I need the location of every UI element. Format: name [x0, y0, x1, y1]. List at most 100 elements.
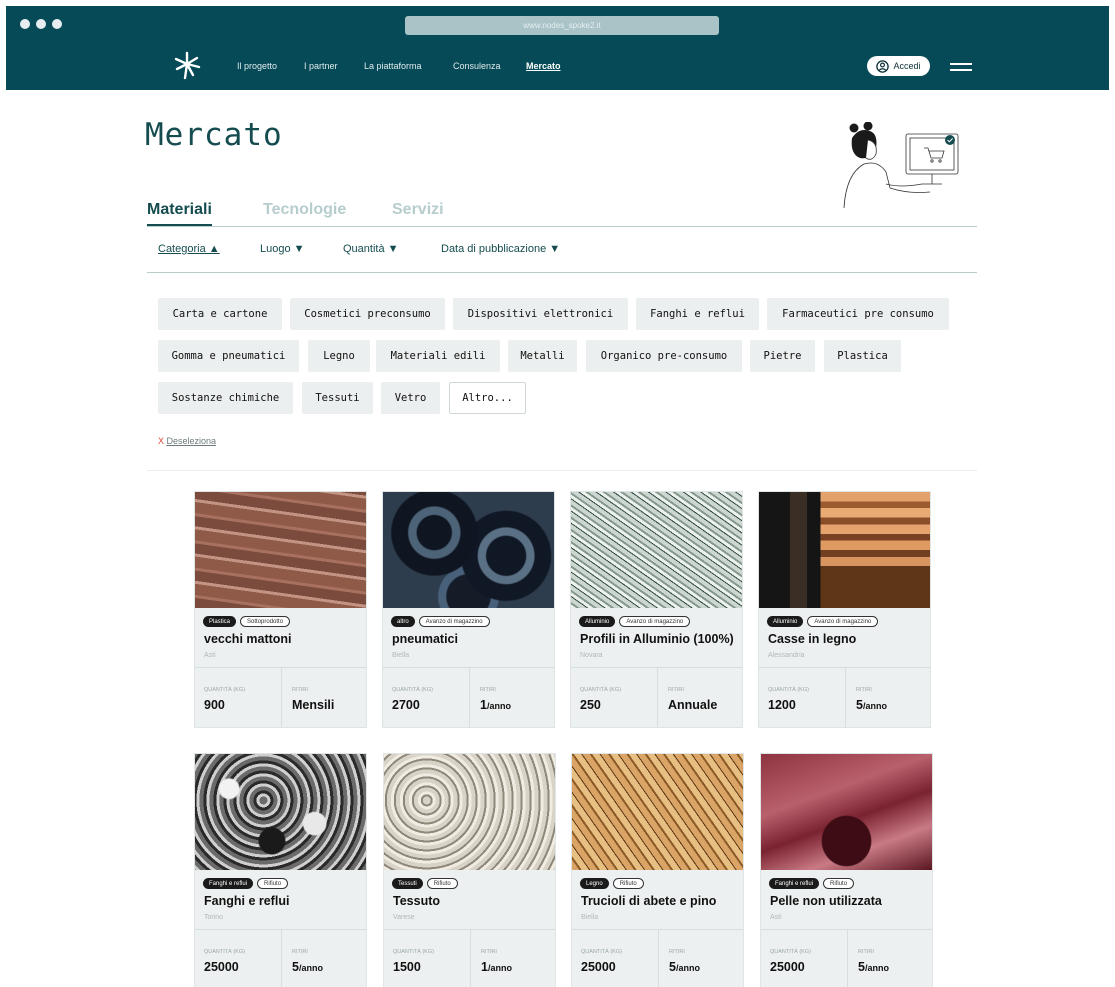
pickups-unit: /anno — [298, 963, 323, 973]
card-column-divider — [281, 930, 282, 987]
nav-mercato[interactable]: Mercato — [526, 61, 561, 71]
quantity-value: 1500 — [393, 960, 421, 974]
browser-window: www.nodes_spoke2.it Il progetto I partne… — [6, 6, 1109, 987]
window-maximize-dot[interactable] — [52, 19, 62, 29]
shopping-illustration-icon — [843, 122, 959, 209]
quantity-value: 25000 — [204, 960, 239, 974]
product-image — [761, 754, 932, 870]
product-title[interactable]: vecchi mattoni — [204, 632, 292, 646]
product-image — [383, 492, 554, 608]
product-title[interactable]: pneumatici — [392, 632, 458, 646]
type-badge: Rifiuto — [426, 878, 458, 889]
chip-dispositivi-elettronici[interactable]: Dispositivi elettronici — [453, 298, 628, 330]
product-card[interactable]: Plastica Sottoprodotto vecchi mattoni Asti Q… — [194, 491, 367, 728]
product-title[interactable]: Casse in legno — [768, 632, 856, 646]
tab-materiali[interactable]: Materiali — [147, 201, 212, 219]
filter-data-pubblicazione[interactable]: Data di pubblicazione ▼ — [441, 243, 560, 255]
chip-altro[interactable]: Altro... — [449, 382, 526, 414]
nav-i-partner[interactable]: I partner — [304, 61, 338, 71]
card-column-divider — [845, 668, 846, 727]
filter-categoria[interactable]: Categoria ▲ — [158, 243, 220, 255]
category-badge: Legno — [580, 878, 609, 889]
type-badge: Rifiuto — [823, 878, 855, 889]
quantity-value: 25000 — [770, 960, 805, 974]
chip-organico-pre-consumo[interactable]: Organico pre-consumo — [586, 340, 742, 372]
pickups-unit: /anno — [675, 963, 700, 973]
chip-pietre[interactable]: Pietre — [750, 340, 815, 372]
nav-il-progetto[interactable]: Il progetto — [237, 61, 277, 71]
chip-plastica[interactable]: Plastica — [824, 340, 901, 372]
quantity-label: QUANTITÀ (KG) — [770, 949, 811, 955]
chip-carta-cartone[interactable]: Carta e cartone — [158, 298, 282, 330]
chip-fanghi-reflui[interactable]: Fanghi e reflui — [636, 298, 759, 330]
product-title[interactable]: Fanghi e reflui — [204, 894, 289, 908]
product-card[interactable]: altro Avanzo di magazzino pneumatici Biella… — [382, 491, 555, 728]
chip-materiali-edili[interactable]: Materiali edili — [376, 340, 500, 372]
product-title[interactable]: Tessuto — [393, 894, 440, 908]
filter-luogo[interactable]: Luogo ▼ — [260, 243, 305, 255]
product-card[interactable]: Legno Rifiuto Trucioli di abete e pino Biel… — [571, 753, 744, 987]
category-badge: altro — [391, 616, 415, 627]
product-card[interactable]: Tessuti Rifiuto Tessuto Varese QUANTITÀ (KG)… — [383, 753, 556, 987]
chip-cosmetici-preconsumo[interactable]: Cosmetici preconsumo — [290, 298, 445, 330]
pickups-value: Annuale — [668, 698, 717, 712]
category-badge: Fanghi e reflui — [769, 878, 820, 889]
pickups-value: 1/anno — [481, 960, 512, 974]
type-badge: Avanzo di magazzino — [619, 616, 691, 627]
chip-metalli[interactable]: Metalli — [508, 340, 577, 372]
nav-la-piattaforma[interactable]: La piattaforma — [364, 61, 422, 71]
user-icon — [876, 59, 890, 73]
quantity-value: 250 — [580, 698, 601, 712]
product-title[interactable]: Profili in Alluminio (100%) — [580, 632, 734, 646]
product-card[interactable]: Fanghi e reflui Rifiuto Pelle non utilizza… — [760, 753, 933, 987]
filter-quantita[interactable]: Quantità ▼ — [343, 243, 399, 255]
quantity-value: 25000 — [581, 960, 616, 974]
tab-tecnologie[interactable]: Tecnologie — [263, 201, 346, 219]
chip-gomma-pneumatici[interactable]: Gomma e pneumatici — [158, 340, 299, 372]
quantity-label: QUANTITÀ (KG) — [768, 687, 809, 693]
pickups-number: 5 — [669, 960, 676, 974]
window-minimize-dot[interactable] — [36, 19, 46, 29]
nodes-logo-icon[interactable] — [172, 50, 202, 82]
chip-tessuti[interactable]: Tessuti — [302, 382, 373, 414]
chip-vetro[interactable]: Vetro — [381, 382, 440, 414]
quantity-value: 900 — [204, 698, 225, 712]
product-location: Alessandria — [768, 652, 805, 659]
pickups-number: 1 — [480, 698, 487, 712]
product-card[interactable]: Alluminio Avanzo di magazzino Profili in A… — [570, 491, 743, 728]
nav-consulenza[interactable]: Consulenza — [453, 61, 501, 71]
hamburger-menu-icon[interactable] — [950, 63, 972, 72]
deselect-link[interactable]: X Deseleziona — [158, 436, 216, 446]
quantity-label: QUANTITÀ (KG) — [392, 687, 433, 693]
login-button[interactable]: Accedi — [867, 56, 930, 76]
address-bar[interactable]: www.nodes_spoke2.it — [405, 16, 719, 35]
chip-sostanze-chimiche[interactable]: Sostanze chimiche — [158, 382, 293, 414]
card-column-divider — [657, 668, 658, 727]
chip-legno[interactable]: Legno — [308, 340, 370, 372]
product-card[interactable]: Alluminio Avanzo di magazzino Casse in leg… — [758, 491, 931, 728]
chip-farmaceutici-pre-consumo[interactable]: Farmaceutici pre consumo — [767, 298, 949, 330]
page-title: Mercato — [145, 117, 283, 153]
pickups-number: 5 — [858, 960, 865, 974]
close-icon: X — [158, 436, 165, 446]
tab-servizi[interactable]: Servizi — [392, 201, 444, 219]
quantity-label: QUANTITÀ (KG) — [204, 687, 245, 693]
quantity-label: QUANTITÀ (KG) — [581, 949, 622, 955]
quantity-label: QUANTITÀ (KG) — [580, 687, 621, 693]
product-card[interactable]: Fanghi e reflui Rifiuto Fanghi e reflui Tor… — [194, 753, 367, 987]
pickups-number: 5 — [856, 698, 863, 712]
product-title[interactable]: Trucioli di abete e pino — [581, 894, 716, 908]
pickups-label: RITIRI — [481, 949, 497, 955]
product-location: Asti — [204, 652, 216, 659]
card-column-divider — [658, 930, 659, 987]
quantity-value: 2700 — [392, 698, 420, 712]
product-title[interactable]: Pelle non utilizzata — [770, 894, 882, 908]
quantity-label: QUANTITÀ (KG) — [204, 949, 245, 955]
category-badge: Alluminio — [579, 616, 616, 627]
pickups-label: RITIRI — [292, 949, 308, 955]
window-close-dot[interactable] — [20, 19, 30, 29]
pickups-label: RITIRI — [858, 949, 874, 955]
pickups-label: RITIRI — [856, 687, 872, 693]
section-divider — [147, 470, 977, 471]
category-badge: Alluminio — [767, 616, 804, 627]
